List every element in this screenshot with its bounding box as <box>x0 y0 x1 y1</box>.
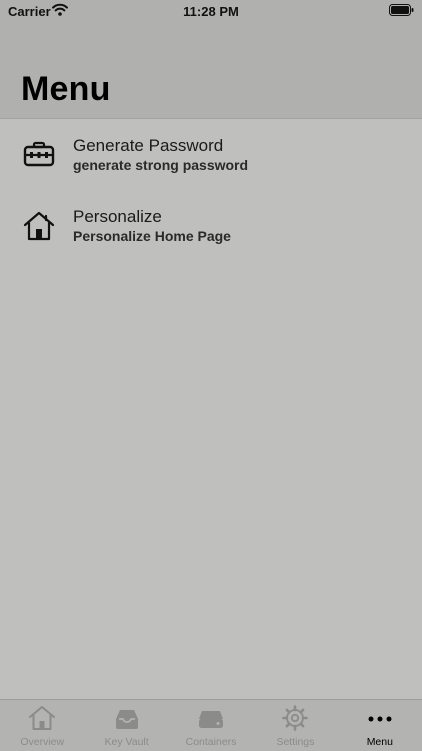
tab-menu[interactable]: Menu <box>338 700 422 751</box>
tab-bar: Overview Key Vault Containers Settings M… <box>0 699 422 751</box>
tab-containers[interactable]: Containers <box>169 700 253 751</box>
status-bar: Carrier 11:28 PM <box>0 0 422 22</box>
menu-item-title: Personalize <box>73 207 162 226</box>
menu-item-title: Generate Password <box>73 136 224 155</box>
menu-item-subtitle: generate strong password <box>73 157 249 173</box>
drive-icon <box>199 711 224 728</box>
toolbox-icon <box>23 141 55 167</box>
gear-icon <box>282 705 309 731</box>
tab-label: Menu <box>366 736 393 748</box>
page-title: Menu <box>21 70 111 108</box>
house-icon <box>29 706 56 730</box>
tray-icon <box>115 710 138 729</box>
tab-overview[interactable]: Overview <box>0 700 84 751</box>
battery-icon <box>389 4 414 16</box>
menu-item-generate-password[interactable]: Generate Password generate strong passwo… <box>0 119 422 190</box>
tab-key-vault[interactable]: Key Vault <box>84 700 168 751</box>
menu-item-subtitle: Personalize Home Page <box>73 228 231 244</box>
tab-label: Key Vault <box>104 736 149 748</box>
menu-list: Generate Password generate strong passwo… <box>0 119 422 261</box>
status-time: 11:28 PM <box>183 4 239 19</box>
app-screen: Carrier 11:28 PM Menu Generate Password … <box>0 0 422 751</box>
tab-label: Settings <box>276 736 315 748</box>
tab-label: Overview <box>20 736 65 748</box>
house-icon <box>23 211 55 241</box>
tab-settings[interactable]: Settings <box>253 700 337 751</box>
more-dots-icon <box>368 716 392 722</box>
navigation-header: Carrier 11:28 PM Menu <box>0 0 422 119</box>
menu-item-personalize[interactable]: Personalize Personalize Home Page <box>0 190 422 261</box>
tab-label: Containers <box>185 736 237 748</box>
